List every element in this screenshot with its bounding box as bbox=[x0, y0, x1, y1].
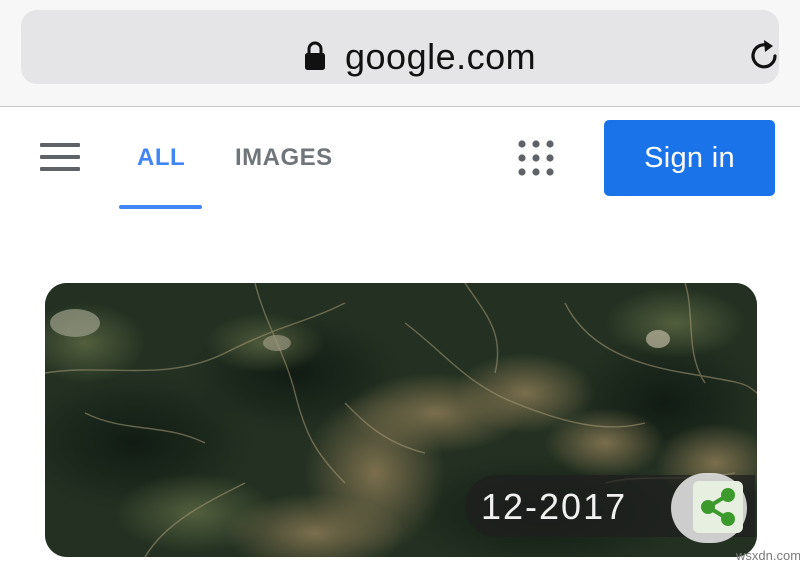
tab-all[interactable]: ALL bbox=[137, 143, 185, 173]
share-icon bbox=[701, 488, 735, 526]
apps-grid-icon[interactable] bbox=[517, 139, 555, 177]
lock-icon bbox=[305, 41, 325, 70]
url-text: google.com bbox=[345, 36, 537, 77]
tab-images[interactable]: IMAGES bbox=[235, 143, 333, 173]
hamburger-menu-icon[interactable] bbox=[40, 143, 80, 173]
satellite-image-card[interactable]: 12-2017 bbox=[45, 283, 757, 557]
search-nav: ALL IMAGES Sign in bbox=[0, 107, 800, 215]
browser-address-bar: google.com bbox=[0, 0, 800, 107]
date-label: 12-2017 bbox=[481, 486, 628, 527]
reload-icon[interactable] bbox=[745, 37, 783, 75]
active-tab-indicator bbox=[119, 205, 202, 209]
sign-in-button[interactable]: Sign in bbox=[604, 120, 775, 196]
url-field[interactable]: google.com bbox=[21, 10, 779, 84]
watermark: wsxdn.com bbox=[736, 548, 800, 563]
share-button[interactable] bbox=[671, 473, 747, 543]
